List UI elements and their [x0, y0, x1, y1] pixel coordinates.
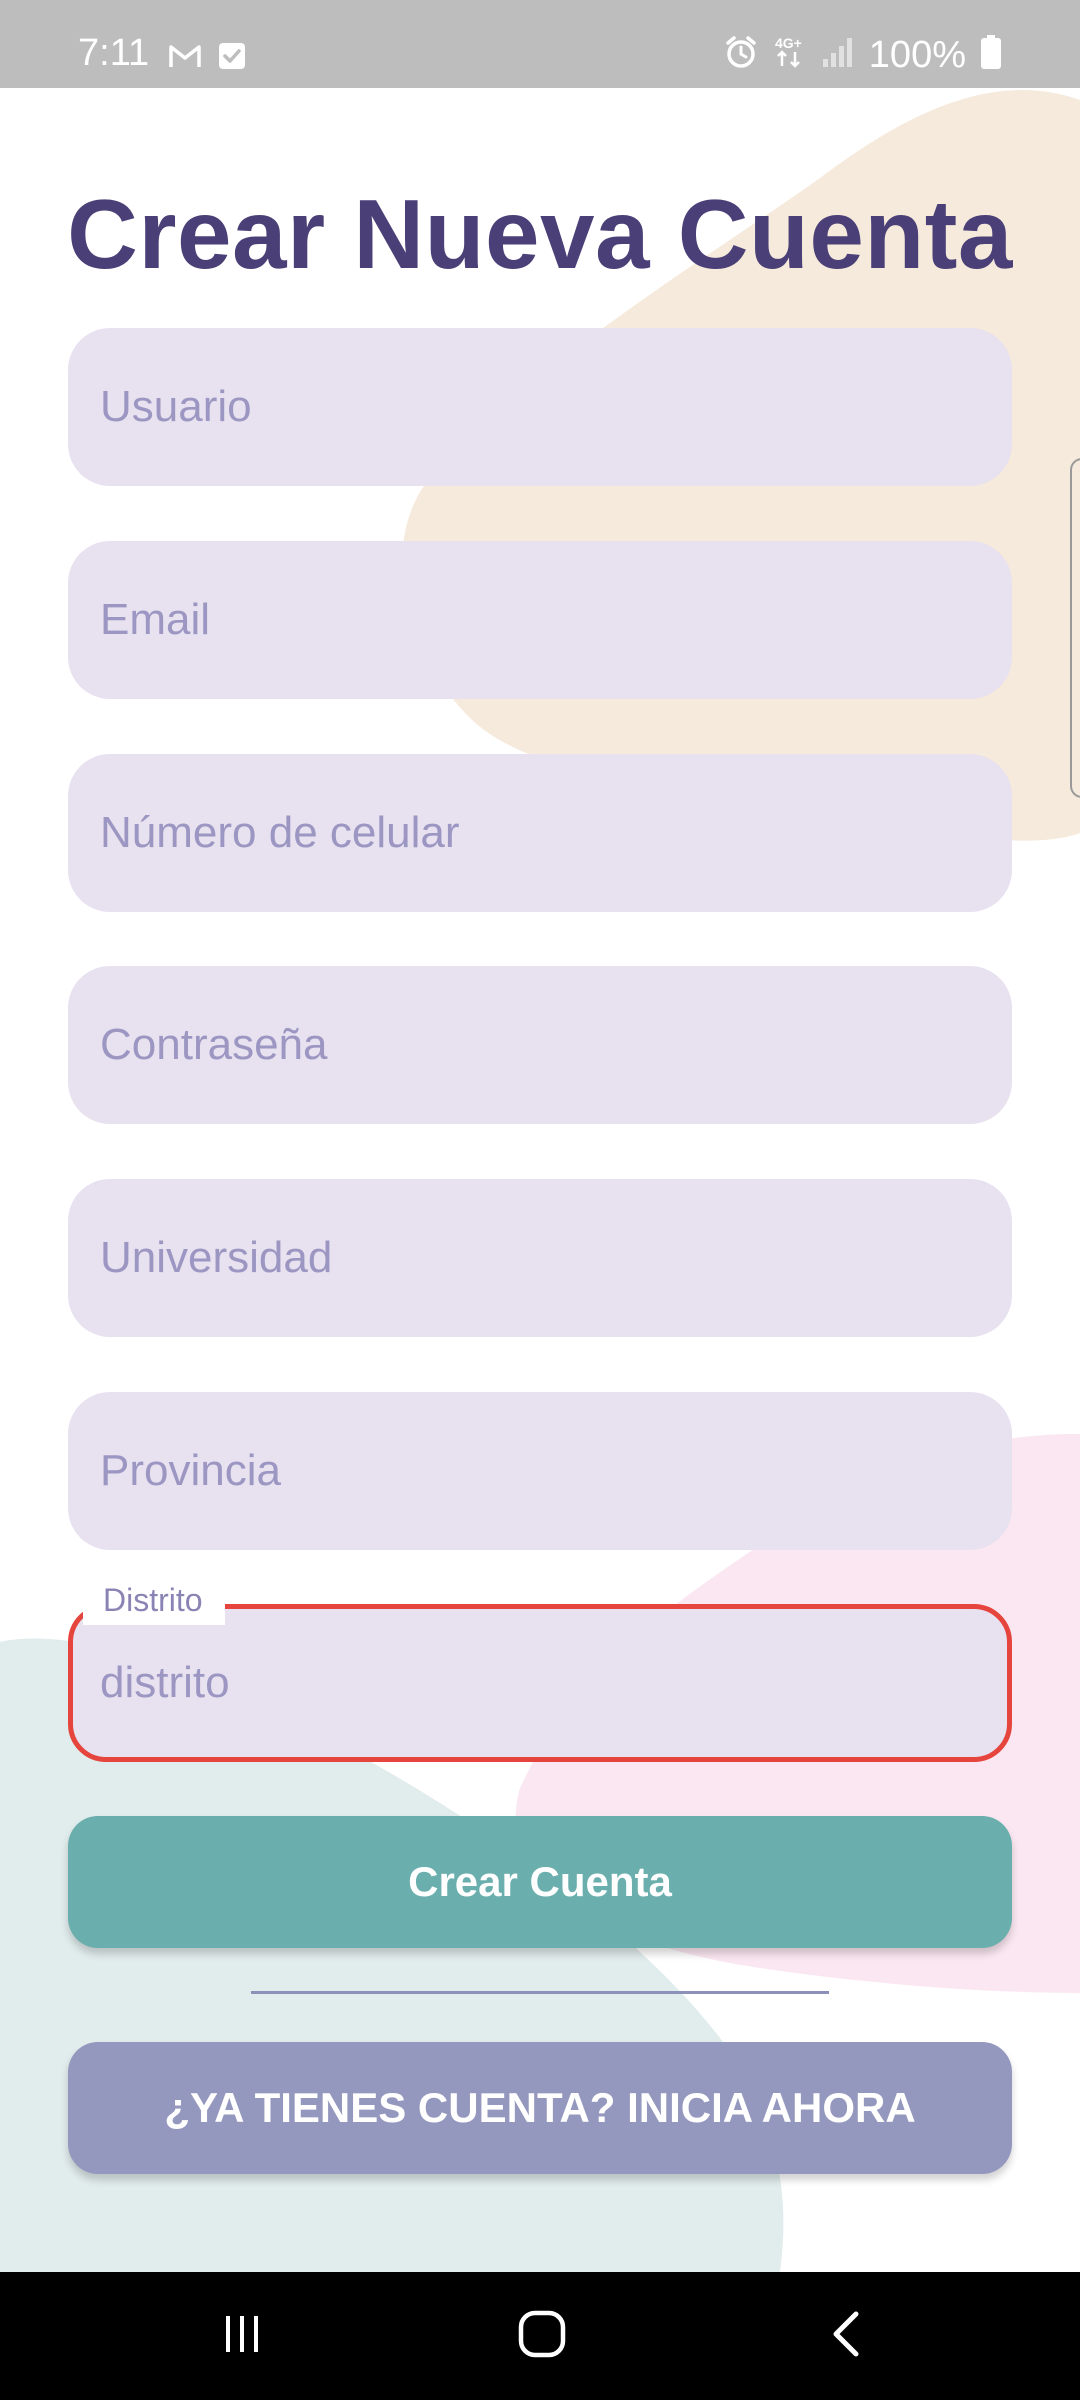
recent-apps-button[interactable] [162, 2272, 322, 2400]
phone-input[interactable] [68, 754, 1012, 912]
home-button[interactable] [462, 2272, 622, 2400]
status-notification-icons [168, 42, 246, 75]
district-label: Distrito [83, 1575, 225, 1625]
battery-icon [980, 34, 1002, 75]
status-time: 7:11 [78, 32, 150, 74]
back-button[interactable] [766, 2272, 926, 2400]
province-input[interactable] [68, 1392, 1012, 1550]
divider [251, 1991, 829, 1994]
status-bar: 7:11 4G+ 100% [0, 0, 1080, 88]
back-icon [824, 2308, 868, 2365]
password-input[interactable] [68, 966, 1012, 1124]
email-input[interactable] [68, 541, 1012, 699]
check-icon [218, 42, 246, 75]
status-system-icons: 4G+ 100% [723, 34, 1002, 75]
username-field[interactable] [68, 328, 1012, 486]
svg-text:4G+: 4G+ [775, 35, 802, 51]
alarm-icon [723, 34, 759, 75]
login-button[interactable]: ¿YA TIENES CUENTA? INICIA AHORA [68, 2042, 1012, 2174]
edge-panel-handle[interactable] [1070, 458, 1080, 798]
email-field[interactable] [68, 541, 1012, 699]
create-account-button[interactable]: Crear Cuenta [68, 1816, 1012, 1948]
university-field[interactable] [68, 1179, 1012, 1337]
navigation-bar [0, 2272, 1080, 2400]
district-field[interactable]: Distrito [68, 1575, 1012, 1762]
phone-field[interactable] [68, 754, 1012, 912]
page-title: Crear Nueva Cuenta [67, 179, 1013, 289]
password-field[interactable] [68, 966, 1012, 1124]
battery-percentage: 100% [868, 33, 966, 76]
home-icon [516, 2308, 568, 2365]
district-input[interactable] [73, 1609, 1007, 1757]
4g-icon: 4G+ [773, 34, 807, 75]
gmail-icon [168, 43, 202, 74]
signal-icon [821, 35, 855, 74]
university-input[interactable] [68, 1179, 1012, 1337]
recent-apps-icon [218, 2310, 266, 2363]
username-input[interactable] [68, 328, 1012, 486]
province-field[interactable] [68, 1392, 1012, 1550]
